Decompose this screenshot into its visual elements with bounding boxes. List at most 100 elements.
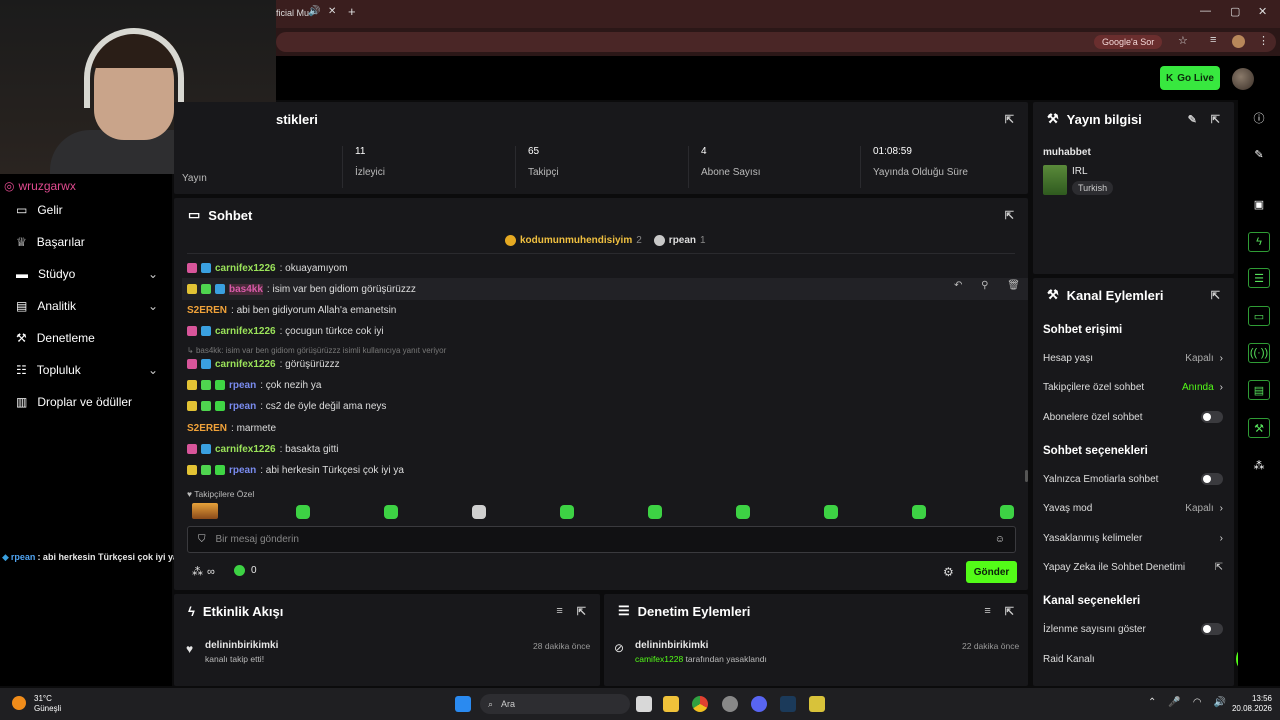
- taskbar-search[interactable]: ⌕ Ara: [480, 694, 630, 714]
- emote-only-toggle[interactable]: [1201, 473, 1223, 485]
- task-view-icon[interactable]: [636, 696, 652, 712]
- sidebar-item-studyo[interactable]: ▬ Stüdyo ⌄: [16, 264, 158, 284]
- chat-message[interactable]: carnifex1226: okuayamıyom: [187, 260, 347, 276]
- info-icon[interactable]: ⓘ: [1248, 108, 1270, 128]
- leaderboard-item[interactable]: kodumunmuhendisiyim 2: [505, 235, 642, 246]
- stream-category[interactable]: IRL: [1072, 166, 1088, 177]
- banned-words-setting[interactable]: Yasaklanmış kelimeler ›: [1043, 530, 1223, 546]
- moderation-actor[interactable]: camifex1228: [635, 654, 683, 664]
- steam-icon[interactable]: [780, 696, 796, 712]
- chat-message[interactable]: rpean: abi herkesin Türkçesi çok iyi ya: [187, 462, 404, 478]
- pin-icon[interactable]: ⚲: [981, 280, 988, 298]
- clock[interactable]: 13:56 20.08.2026: [1226, 694, 1272, 714]
- chrome-icon[interactable]: [692, 696, 708, 712]
- filter-icon[interactable]: ≡: [556, 605, 562, 618]
- popout-icon[interactable]: ⇱: [1211, 113, 1220, 126]
- chat-input[interactable]: ⛉ Bir mesaj gönderin ☺: [187, 526, 1016, 553]
- panel-icon[interactable]: ▤: [1248, 380, 1270, 400]
- channel-points[interactable]: ⁂ ∞: [192, 565, 215, 579]
- volume-icon[interactable]: 🔊: [1214, 697, 1226, 708]
- close-tab-icon[interactable]: ✕: [328, 6, 336, 17]
- new-tab-icon[interactable]: +: [348, 4, 356, 19]
- chat-user[interactable]: carnifex1226: [215, 359, 276, 370]
- google-search-chip[interactable]: Google'a Sor: [1094, 35, 1163, 49]
- followers-chat-setting[interactable]: Takipçilere özel sohbet Anında ›: [1043, 379, 1223, 395]
- app-icon[interactable]: [722, 696, 738, 712]
- popout-icon[interactable]: ⇱: [1005, 605, 1014, 618]
- close-window-icon[interactable]: ✕: [1258, 5, 1267, 18]
- account-age-setting[interactable]: Hesap yaşı Kapalı ›: [1043, 350, 1223, 366]
- bookmark-star-icon[interactable]: ☆: [1178, 34, 1188, 47]
- layout-icon[interactable]: ▣: [1248, 194, 1270, 214]
- maximize-icon[interactable]: ▢: [1230, 5, 1240, 18]
- popout-icon[interactable]: ⇱: [577, 605, 586, 618]
- category-thumbnail[interactable]: [1043, 165, 1067, 195]
- profile-icon[interactable]: [1232, 35, 1245, 48]
- edit-icon[interactable]: ✎: [1188, 113, 1197, 126]
- popout-icon[interactable]: ⇱: [1005, 209, 1014, 222]
- address-bar[interactable]: Google'a Sor ☆ ≡ ⋮: [276, 32, 1276, 52]
- chat-message[interactable]: carnifex1226: basakta gitti: [187, 441, 339, 457]
- chat-user[interactable]: carnifex1226: [215, 263, 276, 274]
- sidebar-item-gelir[interactable]: ▭ Gelir: [16, 200, 158, 220]
- chat-scrollbar[interactable]: [1025, 470, 1028, 482]
- emote[interactable]: [912, 505, 926, 519]
- chat-user[interactable]: rpean: [229, 465, 256, 476]
- emote[interactable]: [384, 505, 398, 519]
- sidebar-item-denetleme[interactable]: ⚒ Denetleme: [16, 328, 158, 348]
- emote[interactable]: [1000, 505, 1014, 519]
- chat-message[interactable]: rpean: cs2 de öyle değil ama neys: [187, 398, 386, 414]
- moderation-user[interactable]: delininbirikimki: [635, 640, 708, 651]
- avatar[interactable]: [1232, 68, 1254, 90]
- chat-user[interactable]: rpean: [229, 380, 256, 391]
- broadcast-icon[interactable]: ((·)): [1248, 343, 1270, 363]
- speaker-icon[interactable]: 🔊: [308, 6, 320, 17]
- emote-fire[interactable]: [192, 503, 218, 519]
- activity-user[interactable]: delininbirikimki: [205, 640, 278, 651]
- chat-icon[interactable]: ▭: [1248, 306, 1270, 326]
- reading-list-icon[interactable]: ≡: [1210, 34, 1216, 46]
- reply-icon[interactable]: ↶: [954, 280, 962, 298]
- chat-message[interactable]: carnifex1226: çocugun türkce cok iyi: [187, 323, 384, 339]
- raid-channel-setting[interactable]: Raid Kanalı: [1043, 651, 1223, 667]
- sidebar-item-topluluk[interactable]: ☷ Topluluk ⌄: [16, 360, 158, 380]
- chat-message[interactable]: S2EREN: marmete: [187, 420, 276, 436]
- sidebar-item-droplar[interactable]: ▥ Droplar ve ödüller: [16, 392, 158, 412]
- edit-icon[interactable]: ✎: [1248, 144, 1270, 164]
- list-icon[interactable]: ☰: [1248, 268, 1270, 288]
- wrench-icon[interactable]: ⚒: [1248, 418, 1270, 438]
- delete-icon[interactable]: 🗑: [1007, 280, 1020, 298]
- weather-widget[interactable]: 31°C Güneşli: [34, 694, 61, 714]
- chat-message[interactable]: S2EREN: abi ben gidiyorum Allah'a emanet…: [187, 302, 396, 318]
- chat-message[interactable]: rpean: çok nezih ya: [187, 377, 321, 393]
- send-button[interactable]: Gönder: [966, 561, 1017, 583]
- emote[interactable]: [648, 505, 662, 519]
- menu-dots-icon[interactable]: ⋮: [1258, 34, 1269, 47]
- leaderboard-item[interactable]: rpean 1: [653, 235, 706, 246]
- slow-mode-setting[interactable]: Yavaş mod Kapalı ›: [1043, 500, 1223, 516]
- kicks-balance[interactable]: 0: [234, 565, 257, 576]
- settings-gear-icon[interactable]: ⚙: [943, 565, 954, 579]
- go-live-button[interactable]: K Go Live: [1160, 66, 1220, 90]
- chat-message[interactable]: bas4kk: isim var ben gidiom görüşürüzzz: [187, 281, 416, 297]
- chat-user[interactable]: S2EREN: [187, 423, 227, 434]
- emote[interactable]: [736, 505, 750, 519]
- lightning-icon[interactable]: ϟ: [1248, 232, 1270, 252]
- show-viewers-toggle[interactable]: [1201, 623, 1223, 635]
- file-explorer-icon[interactable]: [663, 696, 679, 712]
- windows-start-icon[interactable]: [455, 696, 471, 712]
- chat-user[interactable]: carnifex1226: [215, 326, 276, 337]
- app-icon[interactable]: [809, 696, 825, 712]
- emote[interactable]: [472, 505, 486, 519]
- popout-icon[interactable]: ⇱: [1211, 289, 1220, 302]
- emoji-icon[interactable]: ☺: [995, 534, 1005, 545]
- sidebar-item-analitik[interactable]: ▤ Analitik ⌄: [16, 296, 158, 316]
- subs-chat-toggle[interactable]: [1201, 411, 1223, 423]
- emote[interactable]: [296, 505, 310, 519]
- chat-user[interactable]: bas4kk: [229, 283, 263, 295]
- minimize-icon[interactable]: —: [1200, 5, 1211, 17]
- popout-icon[interactable]: ⇱: [1005, 113, 1014, 126]
- chat-user[interactable]: rpean: [229, 401, 256, 412]
- discord-icon[interactable]: [751, 696, 767, 712]
- points-icon[interactable]: ⁂: [1248, 455, 1270, 475]
